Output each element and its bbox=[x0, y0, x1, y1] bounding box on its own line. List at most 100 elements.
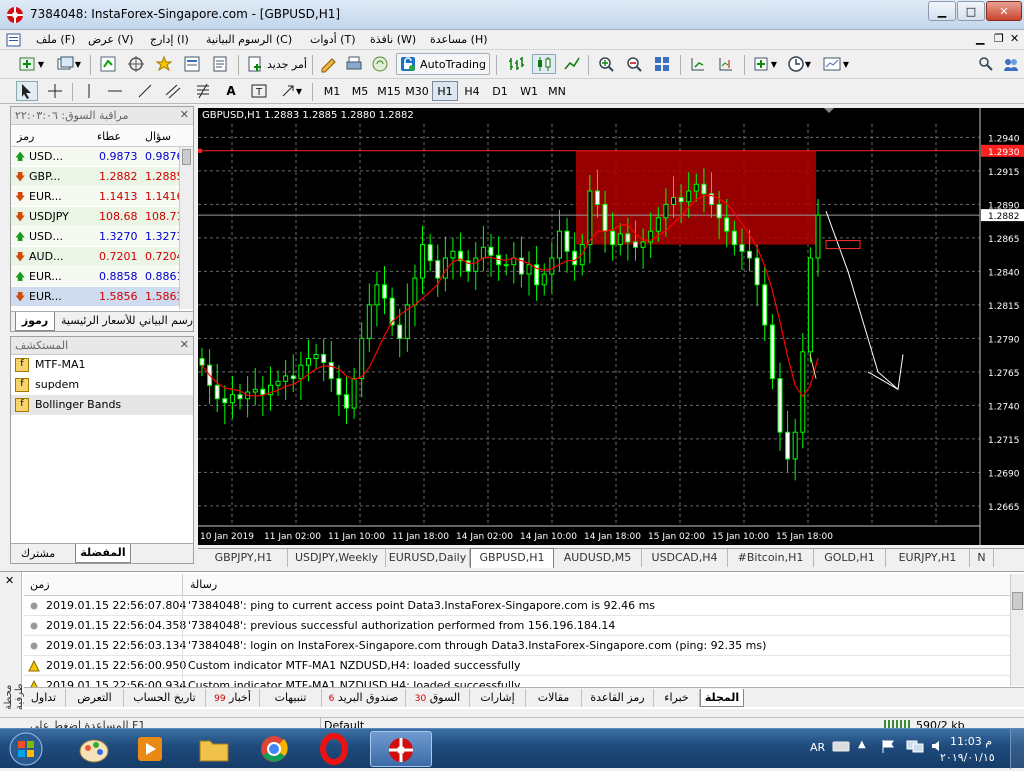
clock-time[interactable]: 11:03 م bbox=[950, 735, 992, 748]
explorer-taskbar-icon[interactable] bbox=[186, 731, 242, 767]
templates-button[interactable]: ▼ bbox=[820, 54, 852, 74]
data-window-icon[interactable] bbox=[124, 54, 148, 74]
arrows-button[interactable]: ▼ bbox=[276, 81, 306, 101]
strategy-tester-icon[interactable] bbox=[208, 54, 232, 74]
terminal-tab[interactable]: إشارات bbox=[470, 689, 526, 707]
zoom-in-icon[interactable] bbox=[594, 54, 618, 74]
menu-file[interactable]: ملف (F) bbox=[36, 33, 75, 46]
navigator-icon[interactable] bbox=[152, 54, 176, 74]
print-icon[interactable] bbox=[342, 54, 366, 74]
minimize-button[interactable]: ▁ bbox=[928, 1, 956, 21]
price-chart[interactable]: 1.2940 1.2915 1.2890 1.2865 1.2840 1.2815 1.27… bbox=[198, 108, 1024, 545]
menu-insert[interactable]: إدارج (I) bbox=[150, 33, 189, 46]
market-watch-row[interactable]: 🡅EUR... 0.8858 0.8861 bbox=[11, 267, 179, 287]
market-watch-row[interactable]: 🡇GBP... 1.2882 1.2885 bbox=[11, 167, 179, 187]
log-row[interactable]: 2019.01.15 22:56:00.950 Custom indicator … bbox=[24, 656, 1010, 676]
text-icon[interactable]: A bbox=[220, 81, 242, 101]
show-desktop-button[interactable] bbox=[1010, 729, 1024, 769]
market-watch-row[interactable]: 🡇AUD... 0.7201 0.7204 bbox=[11, 247, 179, 267]
col-message[interactable]: رسالة bbox=[190, 578, 217, 591]
trendline-icon[interactable] bbox=[134, 81, 156, 101]
log-row[interactable]: 2019.01.15 22:56:04.358'7384048': previo… bbox=[24, 616, 1010, 636]
tile-windows-icon[interactable] bbox=[650, 54, 674, 74]
close-icon[interactable]: ✕ bbox=[5, 574, 14, 587]
chart-tab[interactable]: #Bitcoin,H1 bbox=[728, 549, 814, 567]
menu-window[interactable]: نافذة (W) bbox=[370, 33, 416, 46]
periods-button[interactable]: ▼ bbox=[784, 54, 814, 74]
clock-date[interactable]: ٢٠١٩/٠١/١٥ bbox=[940, 751, 995, 764]
market-watch-row[interactable]: 🡇EUR... 1.5856 1.5863 bbox=[11, 287, 179, 307]
close-icon[interactable]: ✕ bbox=[180, 338, 189, 351]
log-row[interactable]: 2019.01.15 22:56:07.804'7384048': ping t… bbox=[24, 596, 1010, 616]
line-chart-icon[interactable] bbox=[560, 54, 584, 74]
menu-view[interactable]: عرض (V) bbox=[88, 33, 134, 46]
menu-help[interactable]: مساعدة (H) bbox=[430, 33, 488, 46]
chart-tab[interactable]: GBPUSD,H1 bbox=[470, 548, 554, 568]
channel-icon[interactable] bbox=[162, 81, 184, 101]
menu-charts[interactable]: الرسوم البيانية (C) bbox=[206, 33, 292, 46]
timeframe-m30[interactable]: M30 bbox=[404, 81, 430, 101]
signals-icon[interactable] bbox=[368, 54, 392, 74]
flag-icon[interactable] bbox=[880, 739, 898, 753]
start-button[interactable] bbox=[6, 731, 46, 767]
tray-expand-icon[interactable]: ▲ bbox=[858, 739, 872, 753]
terminal-tab[interactable]: 30 السوق bbox=[406, 689, 470, 707]
child-restore-icon[interactable]: ❐ bbox=[994, 32, 1004, 45]
language-indicator[interactable]: AR bbox=[810, 741, 825, 754]
fibonacci-icon[interactable] bbox=[192, 81, 214, 101]
navigator-item[interactable]: f MTF-MA1 bbox=[11, 355, 193, 375]
media-player-taskbar-icon[interactable] bbox=[122, 731, 178, 767]
metatrader-taskbar-icon[interactable] bbox=[370, 731, 432, 767]
horizontal-line-icon[interactable] bbox=[104, 81, 126, 101]
terminal-tab[interactable]: تداول bbox=[22, 689, 66, 707]
timeframe-h4[interactable]: H4 bbox=[460, 81, 484, 101]
chart-shift-icon[interactable] bbox=[714, 54, 738, 74]
auto-scroll-icon[interactable] bbox=[686, 54, 710, 74]
profiles-button[interactable]: ▼ bbox=[54, 54, 84, 74]
navigator-item[interactable]: f Bollinger Bands bbox=[11, 395, 193, 415]
chart-canvas[interactable]: 1.29401.29151.28901.28651.28401.28151.27… bbox=[198, 108, 1024, 545]
terminal-tab[interactable]: رمز القاعدة bbox=[582, 689, 654, 707]
terminal-tab[interactable]: خبراء bbox=[654, 689, 700, 707]
tab-tick-chart[interactable]: رسم البياني للأسعار الرئيسية bbox=[59, 314, 193, 327]
text-label-icon[interactable]: T bbox=[248, 81, 270, 101]
timeframe-d1[interactable]: D1 bbox=[488, 81, 512, 101]
chart-tab[interactable]: GBPJPY,H1 bbox=[200, 549, 288, 567]
terminal-tab[interactable]: 6 صندوق البريد bbox=[322, 689, 406, 707]
metaeditor-icon[interactable] bbox=[316, 54, 340, 74]
cursor-icon[interactable] bbox=[16, 81, 38, 101]
market-watch-row[interactable]: 🡅USD... 1.3270 1.3273 bbox=[11, 227, 179, 247]
terminal-tab[interactable]: مقالات bbox=[526, 689, 582, 707]
col-symbol[interactable]: رمز bbox=[17, 130, 34, 143]
menu-tools[interactable]: أدوات (T) bbox=[310, 33, 356, 46]
opera-taskbar-icon[interactable] bbox=[306, 731, 362, 767]
market-watch-row[interactable]: 🡇USDJPY 108.68 108.71 bbox=[11, 207, 179, 227]
child-close-icon[interactable]: ✕ bbox=[1010, 32, 1019, 45]
indicators-button[interactable]: ▼ bbox=[750, 54, 780, 74]
close-button[interactable]: ✕ bbox=[986, 1, 1022, 21]
terminal-tab[interactable]: المجلة bbox=[700, 689, 744, 707]
log-row[interactable]: 2019.01.15 22:56:03.134'7384048': login … bbox=[24, 636, 1010, 656]
network-icon[interactable] bbox=[906, 739, 924, 753]
timeframe-h1[interactable]: H1 bbox=[432, 81, 458, 101]
keyboard-icon[interactable] bbox=[832, 739, 850, 753]
chart-tab[interactable]: USDJPY,Weekly bbox=[288, 549, 386, 567]
bar-chart-icon[interactable] bbox=[504, 54, 528, 74]
child-minimize-icon[interactable]: ▁ bbox=[976, 32, 984, 45]
timeframe-m15[interactable]: M15 bbox=[376, 81, 402, 101]
timeframe-w1[interactable]: W1 bbox=[516, 81, 542, 101]
search-icon[interactable] bbox=[976, 54, 996, 74]
timeframe-m1[interactable]: M1 bbox=[320, 81, 344, 101]
paint-taskbar-icon[interactable] bbox=[66, 731, 122, 767]
tab-symbols[interactable]: رموز bbox=[15, 312, 55, 331]
market-watch-row[interactable]: 🡇EUR... 1.1413 1.1416 bbox=[11, 187, 179, 207]
chart-tab[interactable]: USDCAD,H4 bbox=[642, 549, 728, 567]
close-icon[interactable]: ✕ bbox=[180, 108, 189, 121]
col-ask[interactable]: سؤال bbox=[145, 130, 171, 143]
market-watch-toggle-icon[interactable] bbox=[96, 54, 120, 74]
timeframe-mn[interactable]: MN bbox=[544, 81, 570, 101]
chart-tab[interactable]: GOLD,H1 bbox=[814, 549, 886, 567]
chart-tab[interactable]: EURJPY,H1 bbox=[886, 549, 970, 567]
zoom-out-icon[interactable] bbox=[622, 54, 646, 74]
market-watch-scrollbar[interactable] bbox=[179, 147, 193, 309]
